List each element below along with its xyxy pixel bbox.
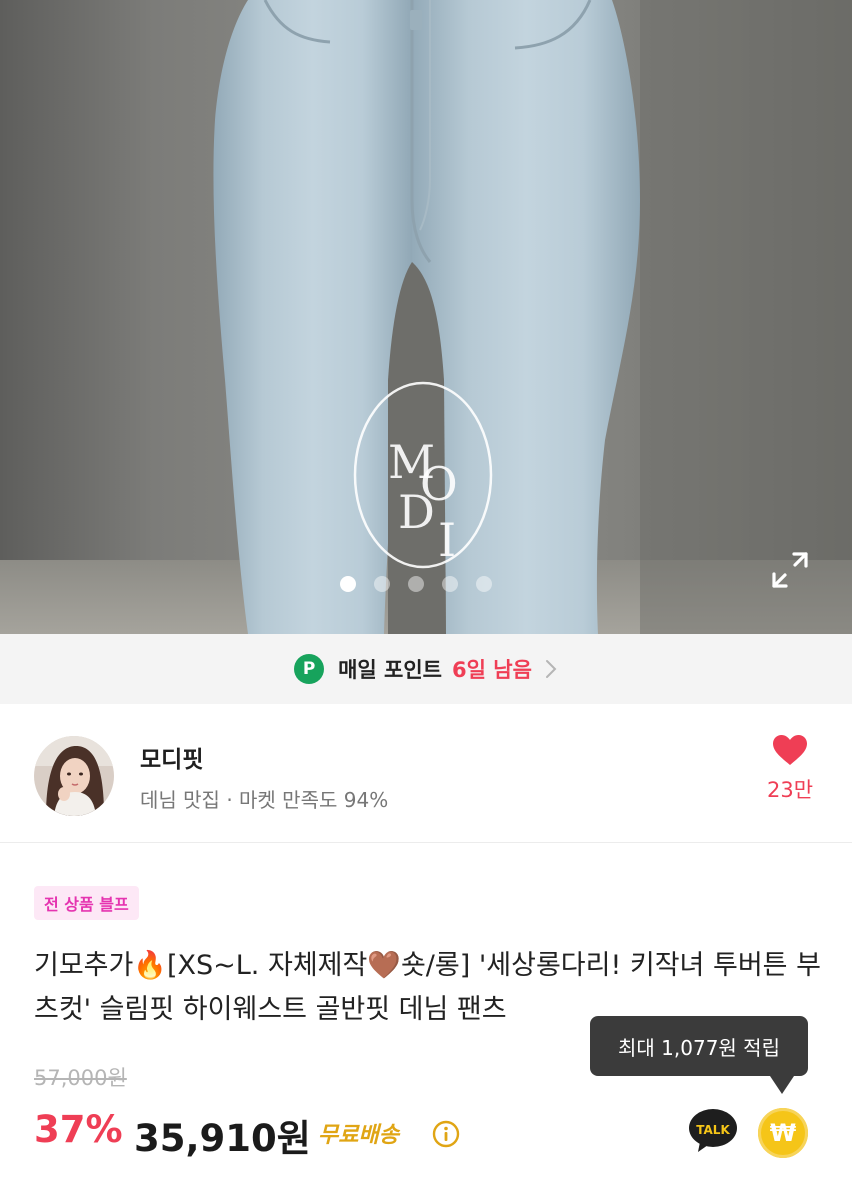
like-button[interactable]: 23만	[760, 734, 820, 814]
product-image-carousel[interactable]: M O D I	[0, 0, 852, 634]
info-icon[interactable]	[432, 1120, 460, 1148]
store-subtitle: 데님 맛집 · 마켓 만족도 94%	[140, 788, 389, 812]
like-count: 23만	[766, 778, 814, 802]
carousel-dot[interactable]	[340, 576, 356, 592]
carousel-dot[interactable]	[374, 576, 390, 592]
daily-point-banner[interactable]: P 매일 포인트 6일 남음	[0, 634, 852, 704]
carousel-dot[interactable]	[442, 576, 458, 592]
store-info: 모디핏 데님 맛집 · 마켓 만족도 94% 23만	[0, 704, 852, 843]
reward-coin-button[interactable]: ₩	[758, 1108, 808, 1158]
discount-rate: 37%	[34, 1108, 123, 1151]
tooltip-arrow	[770, 1076, 794, 1094]
store-avatar[interactable]	[34, 736, 114, 816]
point-badge-icon: P	[294, 654, 325, 684]
chevron-right-icon	[545, 660, 557, 678]
free-shipping-label: 무료배송	[318, 1123, 399, 1148]
carousel-dot[interactable]	[476, 576, 492, 592]
heart-icon	[773, 735, 807, 765]
carousel-dot[interactable]	[408, 576, 424, 592]
reward-tooltip: 최대 1,077원 적립	[590, 1016, 808, 1076]
sale-price: 35,910원	[134, 1117, 311, 1160]
svg-text:I: I	[438, 513, 456, 567]
carousel-indicator	[340, 576, 492, 592]
expand-arrows-icon[interactable]	[766, 546, 814, 594]
won-icon: ₩	[769, 1119, 797, 1147]
jeans-photo: M O D I	[0, 0, 852, 634]
original-price: 57,000원	[34, 1066, 127, 1090]
daily-point-label: 매일 포인트	[338, 658, 443, 682]
store-name[interactable]: 모디핏	[140, 740, 203, 774]
days-left-text: 6일 남음	[452, 658, 532, 682]
talk-label: TALK	[696, 1123, 730, 1137]
promo-badge: 전 상품 블프	[34, 886, 139, 920]
kakao-talk-button[interactable]: TALK	[688, 1108, 738, 1154]
svg-text:D: D	[398, 485, 435, 539]
